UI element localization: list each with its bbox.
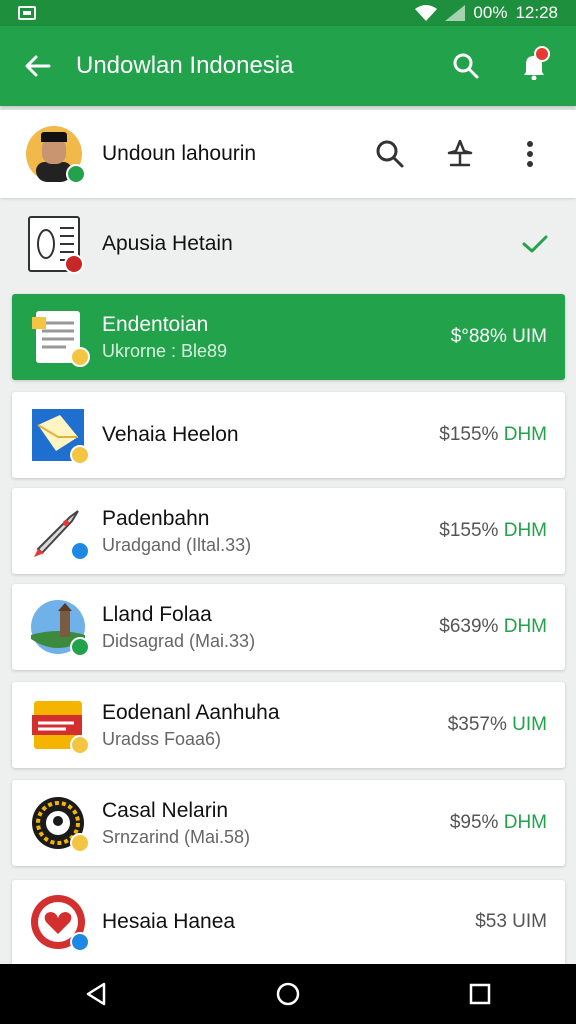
nav-back-button[interactable] (76, 974, 116, 1014)
status-badge-icon (64, 254, 84, 274)
app-bar: Undowlan Indonesia (0, 26, 576, 106)
triangle-back-icon (86, 982, 106, 1006)
item-name: Endentoian (102, 312, 209, 336)
profile-search-button[interactable] (370, 134, 410, 174)
section-header[interactable]: Apusia Hetain (0, 208, 576, 280)
clock: 12:28 (515, 3, 558, 22)
coin-badge-icon (70, 347, 90, 367)
notifications-button[interactable] (512, 44, 556, 88)
item-price: $357% UIM (447, 714, 547, 735)
coin-badge-icon (70, 833, 90, 853)
app-notification-icon (18, 6, 36, 20)
item-price: $°88% UIM (450, 326, 547, 347)
search-button[interactable] (444, 44, 488, 88)
item-subtitle: Srnzarind (Mai.58) (102, 826, 251, 847)
coin-badge-icon (70, 445, 90, 465)
document-thumb-icon (30, 309, 90, 367)
list-item[interactable]: Casal Nelarin Srnzarind (Mai.58) $95% DH… (12, 780, 565, 866)
section-title: Apusia Hetain (102, 232, 233, 255)
item-price: $95% DHM (449, 812, 547, 833)
item-subtitle: Ukrorne : Ble89 (102, 340, 228, 361)
item-name: Padenbahn (102, 506, 210, 530)
app-title: Undowlan Indonesia (76, 52, 294, 79)
search-icon (376, 140, 404, 168)
item-price: $639% DHM (439, 616, 547, 637)
item-name: Vehaia Heelon (102, 423, 239, 446)
notification-badge (534, 46, 550, 62)
item-name: Casal Nelarin (102, 798, 229, 822)
square-recents-icon (469, 983, 491, 1005)
list-item[interactable]: Eodenanl Aanhuha Uradss Foaa6) $357% UIM (12, 682, 565, 768)
ticket-thumb-icon (30, 697, 90, 755)
check-icon (522, 235, 548, 253)
document-icon (28, 216, 84, 274)
status-bar: 00% 12:28 (0, 0, 576, 26)
rocket-thumb-icon (30, 503, 90, 561)
emblem-thumb-icon (30, 795, 90, 853)
signal-icon (445, 5, 466, 21)
coin-badge-icon (70, 735, 90, 755)
app-badge-icon (70, 932, 90, 952)
verified-badge-icon (70, 637, 90, 657)
heart-badge-thumb-icon (30, 894, 90, 952)
list-item[interactable]: Lland Folaa Didsagrad (Mai.33) $639% DHM (12, 584, 565, 670)
search-icon (453, 53, 479, 79)
more-options-button[interactable] (510, 134, 550, 174)
list-item[interactable]: Endentoian Ukrorne : Ble89 $°88% UIM (12, 294, 565, 380)
item-price: $53 UIM (475, 911, 547, 932)
item-name: Lland Folaa (102, 602, 212, 626)
landmark-thumb-icon (30, 599, 90, 657)
item-name: Eodenanl Aanhuha (102, 700, 280, 724)
circle-home-icon (276, 982, 300, 1006)
pin-button[interactable] (440, 134, 480, 174)
pin-icon (447, 139, 473, 167)
battery-text: 00% (473, 3, 508, 22)
nav-home-button[interactable] (268, 974, 308, 1014)
list-item[interactable]: Hesaia Hanea $53 UIM (12, 880, 565, 964)
item-price: $155% DHM (439, 520, 547, 541)
wifi-icon (415, 5, 438, 21)
app-badge-icon (70, 541, 90, 561)
list-item[interactable]: Padenbahn Uradgand (Iltal.33) $155% DHM (12, 488, 565, 574)
envelope-thumb-icon (30, 407, 90, 465)
item-subtitle: Didsagrad (Mai.33) (102, 630, 256, 651)
system-nav-bar (0, 964, 576, 1024)
profile-card[interactable]: Undoun lahourin (0, 110, 576, 198)
nav-recents-button[interactable] (460, 974, 500, 1014)
item-name: Hesaia Hanea (102, 910, 236, 933)
item-subtitle: Uradss Foaa6) (102, 728, 222, 749)
item-price: $155% DHM (439, 424, 547, 445)
back-button[interactable] (20, 48, 56, 84)
avatar (26, 126, 86, 184)
more-vert-icon (527, 141, 533, 167)
profile-name: Undoun lahourin (102, 142, 257, 165)
item-subtitle: Uradgand (Iltal.33) (102, 534, 252, 555)
arrow-left-icon (25, 55, 51, 77)
verified-badge-icon (66, 164, 86, 184)
list-item[interactable]: Vehaia Heelon $155% DHM (12, 392, 565, 478)
